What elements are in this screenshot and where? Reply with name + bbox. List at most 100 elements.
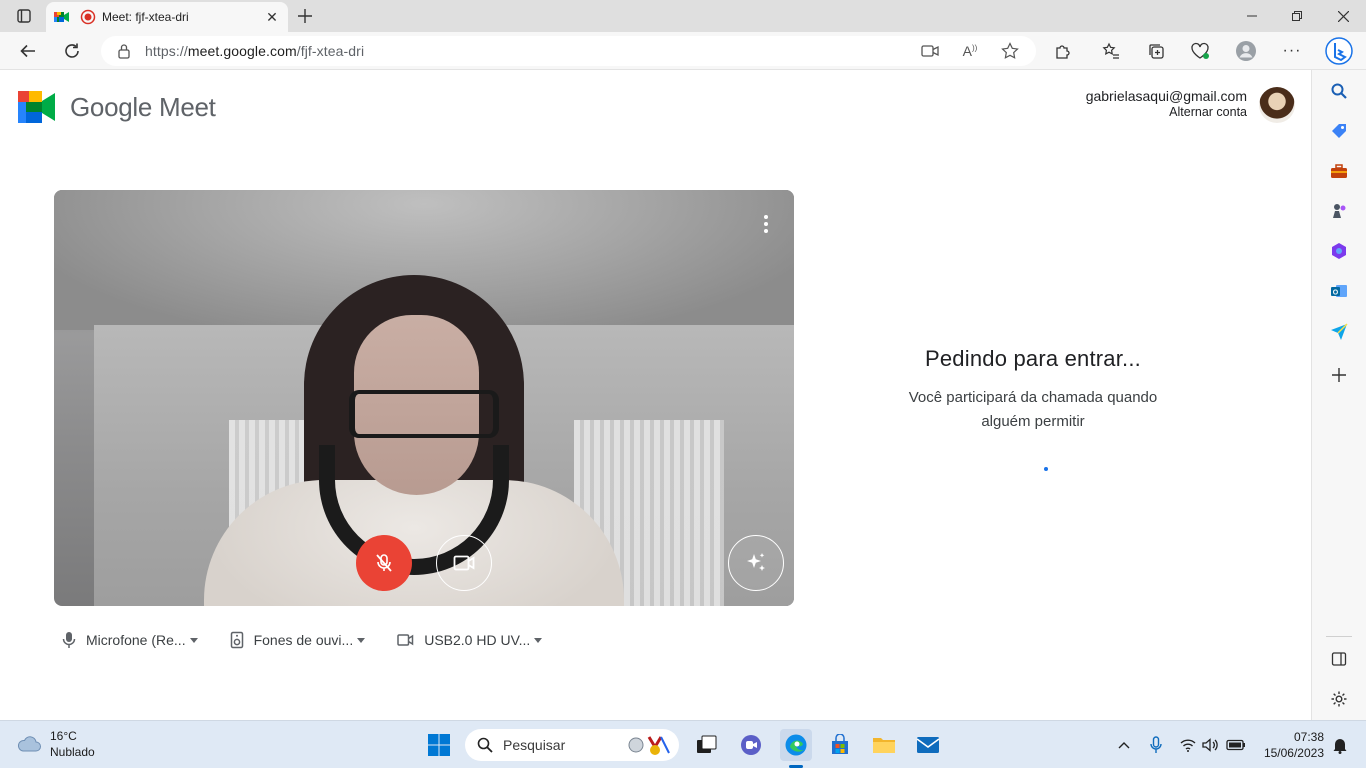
back-button[interactable] xyxy=(14,37,42,65)
start-button[interactable] xyxy=(423,729,455,761)
minimize-button[interactable] xyxy=(1229,0,1275,32)
account-email: gabrielasaqui@gmail.com xyxy=(1085,88,1247,104)
sidebar-outlook-button[interactable]: O xyxy=(1328,280,1350,302)
microphone-toggle-button[interactable] xyxy=(356,535,412,591)
mail-icon xyxy=(916,737,940,753)
microphone-selector-label: Microfone (Re... xyxy=(86,632,186,648)
arrow-left-icon xyxy=(20,44,35,58)
join-status-line-2: alguém permitir xyxy=(981,413,1085,430)
extensions-button[interactable] xyxy=(1049,37,1077,65)
minimize-icon xyxy=(1247,15,1257,17)
puzzle-icon xyxy=(1056,45,1070,59)
sidebar-office-button[interactable] xyxy=(1328,240,1350,262)
camera-in-use-icon[interactable] xyxy=(921,42,939,60)
meet-logo-icon xyxy=(18,91,55,123)
chevron-down-icon xyxy=(357,637,366,643)
speaker-icon xyxy=(230,631,243,649)
paper-plane-icon xyxy=(1331,323,1348,340)
camera-selector[interactable]: USB2.0 HD UV... xyxy=(397,632,543,648)
tab-close-icon[interactable]: ✕ xyxy=(264,9,280,25)
videocam-icon xyxy=(453,555,475,571)
chevron-down-icon xyxy=(534,637,543,643)
office-icon xyxy=(1332,243,1346,259)
url-text: https://meet.google.com/fjf-xtea-dri xyxy=(145,43,364,59)
mail-button[interactable] xyxy=(912,729,944,761)
restore-icon xyxy=(1292,11,1302,21)
new-tab-button[interactable] xyxy=(294,5,316,27)
battery-icon xyxy=(1226,739,1245,751)
edge-sidebar: O xyxy=(1311,70,1366,720)
sidebar-hide-button[interactable] xyxy=(1328,648,1350,670)
tab-title: Meet: fjf-xtea-dri xyxy=(102,10,189,24)
account-info: gabrielasaqui@gmail.com Alternar conta xyxy=(1086,88,1247,119)
sidebar-drop-button[interactable] xyxy=(1328,320,1350,342)
heart-pulse-icon xyxy=(1191,42,1209,59)
clock-date: 15/06/2023 xyxy=(1263,746,1324,760)
teams-chat-button[interactable] xyxy=(735,729,767,761)
favorites-button[interactable] xyxy=(1097,37,1125,65)
camera-toggle-button[interactable] xyxy=(436,535,492,591)
outlook-icon: O xyxy=(1331,285,1347,297)
url-path: /fjf-xtea-dri xyxy=(296,43,365,59)
sidebar-settings-button[interactable] xyxy=(1328,688,1350,710)
volume-tray-icon[interactable] xyxy=(1200,735,1220,755)
show-hidden-icons-button[interactable] xyxy=(1114,735,1134,755)
bing-icon xyxy=(1325,37,1353,65)
sidebar-search-button[interactable] xyxy=(1328,80,1350,102)
taskbar-search[interactable]: Pesquisar xyxy=(465,729,679,761)
microphone-selector[interactable]: Microfone (Re... xyxy=(62,631,198,649)
url-scheme: https:// xyxy=(145,43,188,59)
sidebar-shopping-button[interactable] xyxy=(1328,120,1350,142)
task-view-icon xyxy=(697,735,717,753)
google-meet-logo[interactable]: Google Meet xyxy=(18,91,216,123)
restore-button[interactable] xyxy=(1274,0,1320,32)
speaker-selector[interactable]: Fones de ouvi... xyxy=(230,631,366,649)
close-window-button[interactable] xyxy=(1320,0,1366,32)
sidebar-tools-button[interactable] xyxy=(1328,160,1350,182)
refresh-button[interactable] xyxy=(58,37,86,65)
join-status-heading: Pedindo para entrar... xyxy=(925,346,1141,371)
edge-taskbar-button[interactable] xyxy=(780,729,812,761)
close-icon xyxy=(1337,10,1349,22)
sidebar-add-button[interactable] xyxy=(1328,364,1350,386)
collections-button[interactable] xyxy=(1142,37,1170,65)
store-button[interactable] xyxy=(824,729,856,761)
weather-widget[interactable]: 16°C Nublado xyxy=(16,729,95,759)
file-explorer-button[interactable] xyxy=(868,729,900,761)
address-bar[interactable]: https://meet.google.com/fjf-xtea-dri A)) xyxy=(101,36,1036,66)
task-view-button[interactable] xyxy=(691,729,723,761)
store-icon xyxy=(832,734,848,754)
favorite-star-icon[interactable] xyxy=(1001,42,1019,60)
join-status-message: Você participará da chamada quando algué… xyxy=(880,386,1186,434)
refresh-icon xyxy=(65,43,79,58)
avatar[interactable] xyxy=(1259,87,1295,123)
profile-button[interactable] xyxy=(1232,37,1260,65)
edge-icon xyxy=(785,734,807,756)
chevron-up-icon xyxy=(1118,742,1130,749)
lock-icon xyxy=(118,44,130,59)
switch-account-link[interactable]: Alternar conta xyxy=(1086,105,1247,119)
wifi-icon xyxy=(1180,739,1196,752)
tab-actions-button[interactable] xyxy=(8,4,40,28)
wifi-tray-icon[interactable] xyxy=(1178,735,1198,755)
visual-effects-button[interactable] xyxy=(728,535,784,591)
microphone-tray-icon[interactable] xyxy=(1146,735,1166,755)
browser-essentials-button[interactable] xyxy=(1186,37,1214,65)
settings-more-button[interactable]: ··· xyxy=(1278,37,1306,65)
notifications-button[interactable] xyxy=(1330,735,1350,755)
profile-icon xyxy=(1236,41,1256,61)
more-vertical-dot xyxy=(764,222,768,226)
taskbar-search-placeholder: Pesquisar xyxy=(503,737,566,753)
bing-copilot-button[interactable] xyxy=(1324,36,1354,66)
search-highlight-icon xyxy=(628,736,670,755)
read-aloud-icon[interactable]: A)) xyxy=(961,42,979,60)
taskbar-clock[interactable]: 07:38 15/06/2023 xyxy=(1254,729,1324,761)
speaker-selector-label: Fones de ouvi... xyxy=(253,632,354,648)
meet-wordmark: Google Meet xyxy=(70,91,216,122)
battery-tray-icon[interactable] xyxy=(1226,735,1246,755)
sidebar-divider xyxy=(1326,636,1352,637)
sidebar-games-button[interactable] xyxy=(1328,200,1350,222)
more-horizontal-icon: ··· xyxy=(1282,42,1302,59)
video-more-options-button[interactable] xyxy=(756,212,776,236)
browser-tab[interactable]: Meet: fjf-xtea-dri ✕ xyxy=(46,2,288,32)
